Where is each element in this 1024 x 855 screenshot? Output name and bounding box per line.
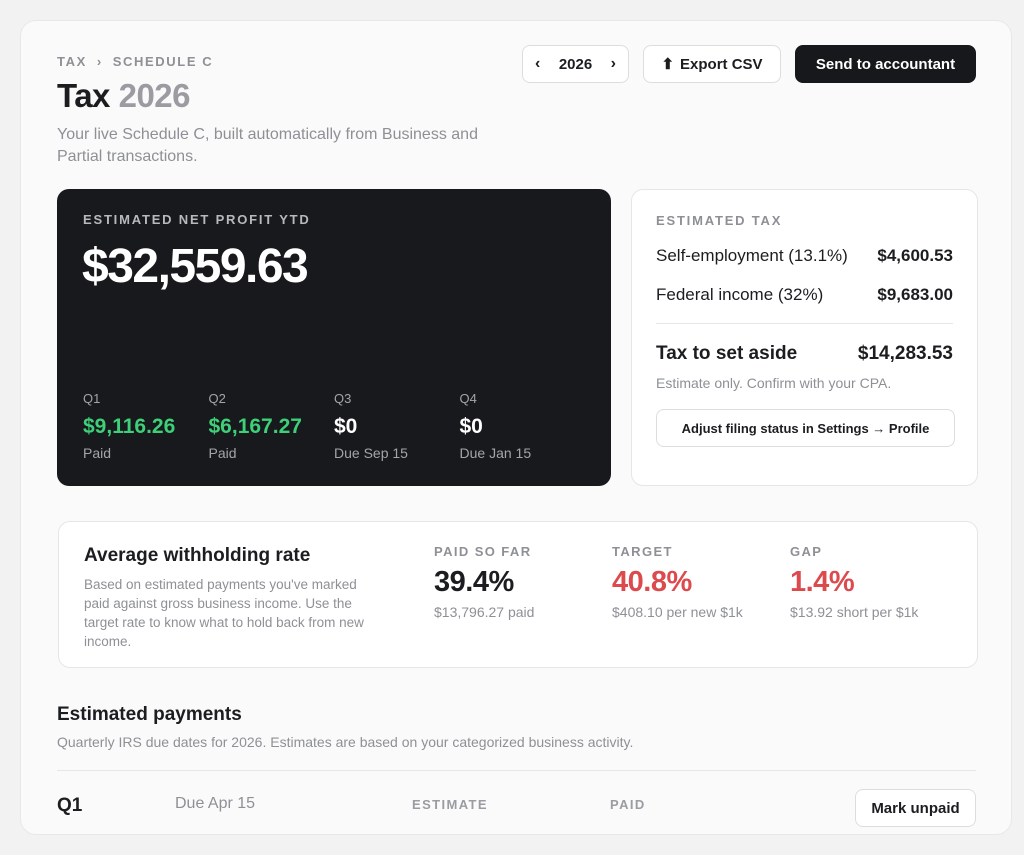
quarter-label: Q2	[208, 391, 226, 406]
quarter-q2: Q2 $6,167.27 Paid	[209, 391, 335, 461]
tax-page-card: TAX › SCHEDULE C Tax 2026 Your live Sche…	[20, 20, 1012, 835]
quarter-label: Q3	[334, 391, 352, 406]
tax-row-name: Self-employment (13.1%)	[656, 246, 848, 265]
estimated-tax-label: ESTIMATED TAX	[656, 213, 783, 228]
quarter-q3: Q3 $0 Due Sep 15	[334, 391, 460, 461]
tax-row-value: $9,683.00	[877, 285, 953, 304]
tax-row-self-employment: Self-employment (13.1%) $4,600.53	[656, 246, 953, 266]
page-title-prefix: Tax	[57, 77, 110, 114]
quarter-status: Paid	[83, 445, 112, 461]
breadcrumb-separator-icon: ›	[96, 54, 103, 69]
payment-quarter: Q1	[57, 795, 83, 816]
metric-sub: $408.10 per new $1k	[612, 604, 743, 620]
metric-label: TARGET	[612, 544, 673, 559]
chevron-right-icon[interactable]: ›	[611, 55, 616, 73]
quarter-label: Q1	[83, 391, 101, 406]
metric-label: PAID SO FAR	[434, 544, 532, 559]
estimated-tax-card: ESTIMATED TAX Self-employment (13.1%) $4…	[631, 189, 978, 486]
quarter-q1: Q1 $9,116.26 Paid	[83, 391, 209, 461]
quarter-label: Q4	[459, 391, 477, 406]
metric-paid-so-far: PAID SO FAR 39.4% $13,796.27 paid	[434, 544, 534, 620]
metric-target: TARGET 40.8% $408.10 per new $1k	[612, 544, 743, 620]
page-title-year: 2026	[118, 77, 191, 114]
breadcrumb-item-tax[interactable]: TAX	[57, 54, 87, 69]
divider	[656, 323, 953, 324]
metric-sub: $13.92 short per $1k	[790, 604, 919, 620]
net-profit-card: ESTIMATED NET PROFIT YTD $32,559.63 Q1 $…	[57, 189, 611, 486]
send-to-accountant-button[interactable]: Send to accountant	[795, 45, 976, 83]
quarter-q4: Q4 $0 Due Jan 15	[460, 391, 586, 461]
quarter-amount: $0	[334, 415, 358, 438]
quarter-amount: $6,167.27	[208, 415, 302, 438]
payment-due-date: Due Apr 15	[175, 795, 256, 812]
metric-gap: GAP 1.4% $13.92 short per $1k	[790, 544, 918, 620]
page-title: Tax 2026	[57, 77, 191, 115]
page-subtitle: Your live Schedule C, built automaticall…	[57, 126, 478, 165]
quarter-status: Due Jan 15	[459, 445, 532, 461]
export-csv-label: Export CSV	[680, 55, 763, 73]
payment-estimate-label: ESTIMATE	[412, 797, 488, 812]
payment-row-q1: Q1 Due Apr 15 ESTIMATE PAID Mark unpaid	[57, 789, 976, 829]
tax-row-value: $4,600.53	[877, 246, 953, 265]
tax-row-name: Federal income (32%)	[656, 285, 824, 304]
quarter-summary: Q1 $9,116.26 Paid Q2 $6,167.27 Paid Q3 $…	[83, 391, 585, 461]
metric-value: 39.4%	[434, 566, 514, 598]
withholding-description: Based on estimated payments you've marke…	[84, 577, 364, 649]
quarter-status: Due Sep 15	[334, 445, 408, 461]
net-profit-label: ESTIMATED NET PROFIT YTD	[83, 212, 311, 227]
tax-row-federal-income: Federal income (32%) $9,683.00	[656, 285, 953, 305]
chevron-left-icon[interactable]: ‹	[535, 55, 540, 73]
tax-to-set-aside-label: Tax to set aside	[656, 343, 798, 364]
tax-to-set-aside-value: $14,283.53	[857, 343, 953, 364]
divider	[57, 770, 976, 771]
year-value: 2026	[558, 55, 593, 73]
breadcrumb-item-schedule-c: SCHEDULE C	[112, 54, 214, 69]
payments-subtitle: Quarterly IRS due dates for 2026. Estima…	[57, 734, 634, 750]
net-profit-amount: $32,559.63	[82, 240, 309, 293]
metric-value: 40.8%	[612, 566, 692, 598]
toolbar: ‹ 2026 › ⬆ Export CSV Send to accountant	[522, 45, 976, 83]
metric-sub: $13,796.27 paid	[434, 604, 535, 620]
payment-paid-label: PAID	[610, 797, 646, 812]
adjust-filing-status-button[interactable]: Adjust filing status in Settings → Profi…	[656, 409, 955, 447]
breadcrumb: TAX › SCHEDULE C	[57, 54, 213, 69]
metric-value: 1.4%	[790, 566, 855, 598]
mark-unpaid-button[interactable]: Mark unpaid	[855, 789, 976, 827]
quarter-status: Paid	[208, 445, 237, 461]
estimate-disclaimer: Estimate only. Confirm with your CPA.	[656, 375, 892, 391]
payments-title: Estimated payments	[57, 704, 242, 725]
export-csv-button[interactable]: ⬆ Export CSV	[643, 45, 781, 83]
withholding-title: Average withholding rate	[84, 545, 311, 566]
withholding-rate-card: Average withholding rate Based on estima…	[58, 521, 978, 668]
upload-icon: ⬆	[661, 56, 675, 73]
quarter-amount: $9,116.26	[83, 415, 176, 438]
tax-to-set-aside-row: Tax to set aside $14,283.53	[656, 343, 953, 365]
quarter-amount: $0	[459, 415, 483, 438]
year-switcher: ‹ 2026 ›	[522, 45, 629, 83]
metric-label: GAP	[790, 544, 823, 559]
